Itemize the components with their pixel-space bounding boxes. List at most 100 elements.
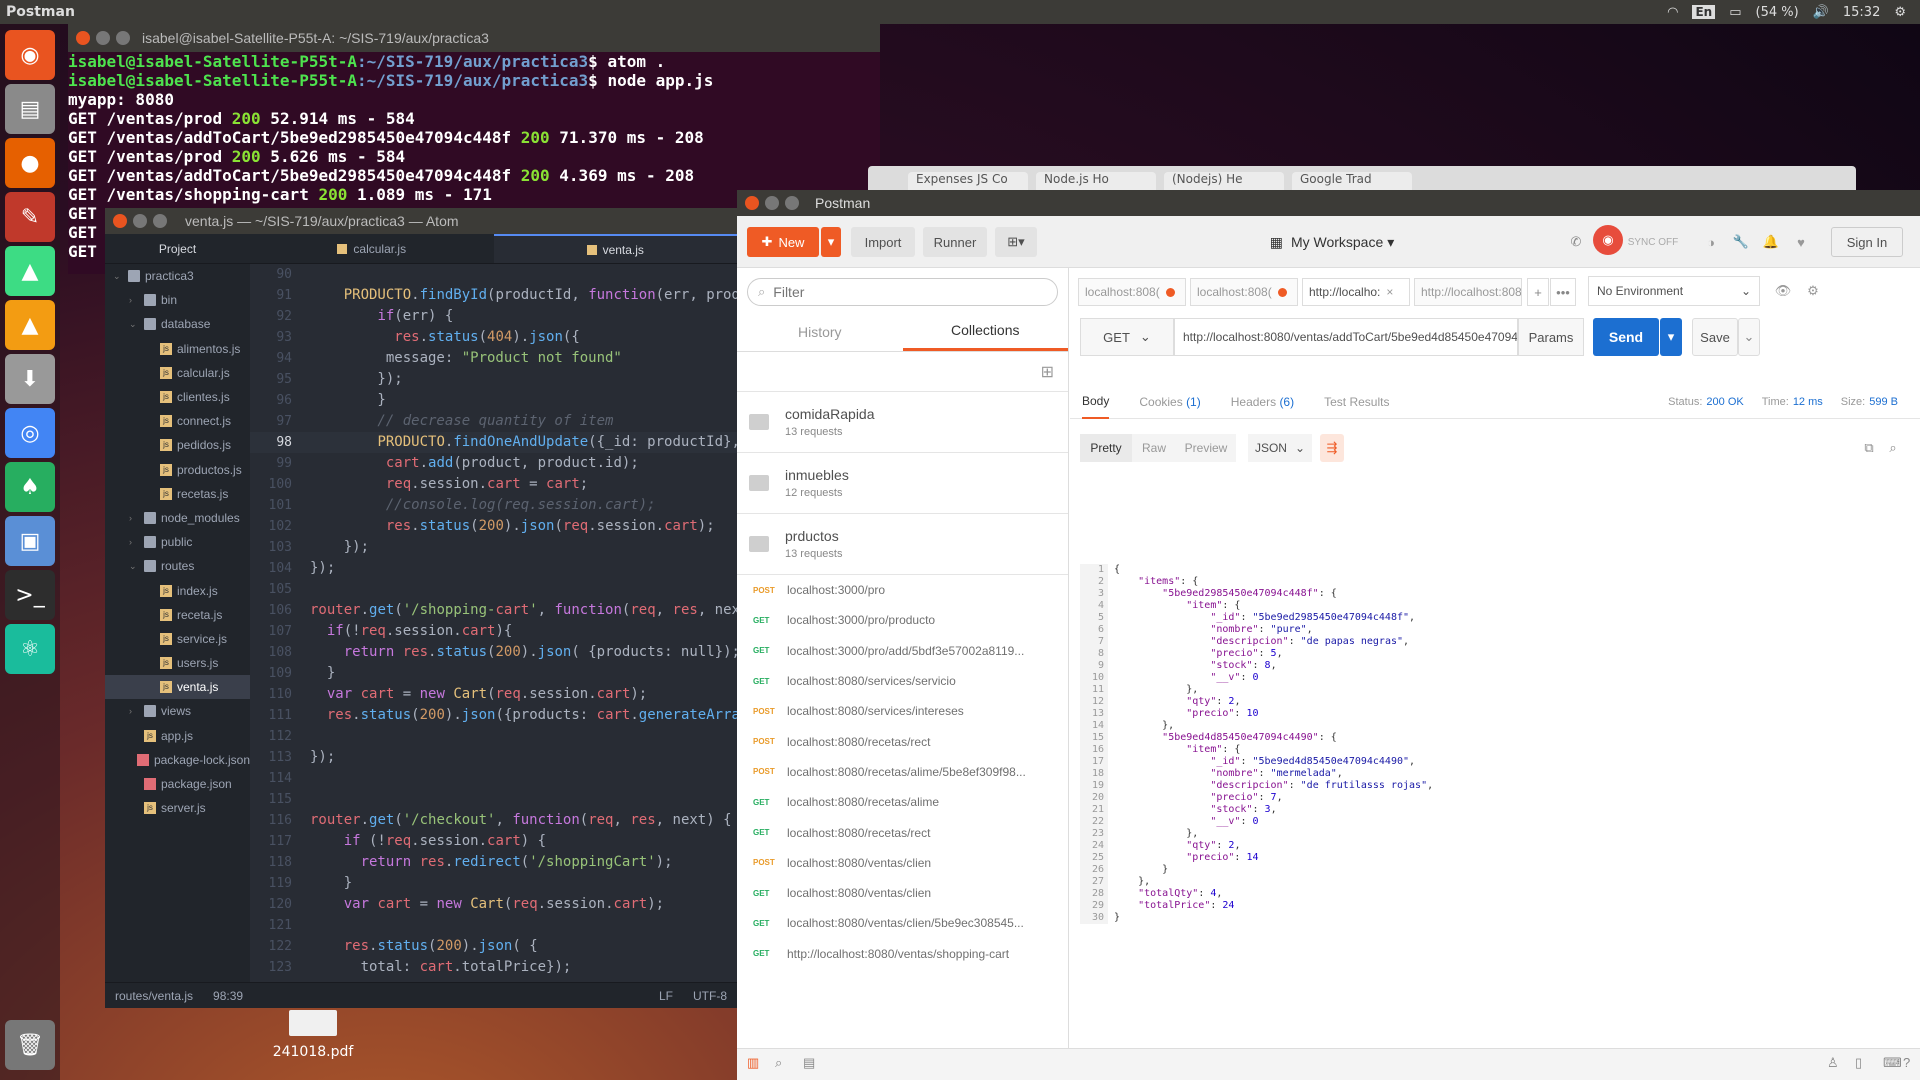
tab-cookies[interactable]: Cookies (1) bbox=[1139, 395, 1200, 409]
code-line[interactable]: 117 if (!req.session.cart) { bbox=[250, 831, 737, 852]
bell-icon[interactable]: 🔔 bbox=[1761, 227, 1781, 257]
tree-item[interactable]: js users.js bbox=[105, 651, 250, 675]
ubuntu-dash-icon[interactable]: ◉ bbox=[5, 30, 55, 80]
tab-headers[interactable]: Headers (6) bbox=[1231, 395, 1294, 409]
close-icon[interactable] bbox=[76, 31, 90, 45]
history-item[interactable]: GET localhost:8080/ventas/clien/5be9ec308… bbox=[737, 908, 1068, 938]
status-cursor-position[interactable]: 98:39 bbox=[213, 989, 243, 1003]
code-line[interactable]: 103 }); bbox=[250, 537, 737, 558]
code-line[interactable]: 97 // decrease quantity of item bbox=[250, 411, 737, 432]
collection-item[interactable]: comidaRapida 13 requests bbox=[737, 392, 1068, 453]
postman-window[interactable]: Postman ✚ New ▾ Import Runner ⊞▾ ▦ My Work… bbox=[737, 190, 1920, 1080]
history-item[interactable]: GET localhost:3000/pro/producto bbox=[737, 605, 1068, 635]
tree-item[interactable]: ⌄ routes bbox=[105, 554, 250, 578]
send-dropdown-icon[interactable]: ▾ bbox=[1660, 318, 1682, 356]
tab-body[interactable]: Body bbox=[1082, 385, 1110, 419]
firefox-icon[interactable]: ● bbox=[5, 138, 55, 188]
history-item[interactable]: GET localhost:8080/ventas/clien bbox=[737, 878, 1068, 908]
code-line[interactable]: 90 bbox=[250, 264, 737, 285]
code-line[interactable]: 98 PRODUCTO.findOneAndUpdate({_id: produ… bbox=[250, 432, 737, 453]
code-line[interactable]: 95 }); bbox=[250, 369, 737, 390]
close-icon[interactable] bbox=[113, 214, 127, 228]
environment-select[interactable]: No Environment ⌄ bbox=[1588, 276, 1760, 306]
params-button[interactable]: Params bbox=[1518, 318, 1584, 356]
tree-item[interactable]: js pedidos.js bbox=[105, 433, 250, 457]
collection-item[interactable]: prductos 13 requests bbox=[737, 514, 1068, 575]
request-tab[interactable]: http://localhost:808 bbox=[1414, 278, 1522, 306]
tree-item[interactable]: ⌄ database bbox=[105, 312, 250, 336]
code-line[interactable]: 115 bbox=[250, 789, 737, 810]
search-icon[interactable]: ⌕ bbox=[1882, 434, 1904, 462]
satellite-icon[interactable]: ✆ bbox=[1565, 227, 1587, 257]
code-line[interactable]: 112 bbox=[250, 726, 737, 747]
sync-icon[interactable]: ◉ bbox=[1593, 225, 1623, 255]
eye-icon[interactable]: 👁 bbox=[1770, 276, 1796, 306]
clock[interactable]: 15:32 bbox=[1843, 5, 1880, 20]
code-line[interactable]: 100 req.session.cart = cart; bbox=[250, 474, 737, 495]
interceptor-icon[interactable]: ◑ bbox=[1701, 227, 1721, 257]
tree-item[interactable]: package-lock.json bbox=[105, 748, 250, 772]
tree-item[interactable]: js connect.js bbox=[105, 409, 250, 433]
collection-item[interactable]: inmuebles 12 requests bbox=[737, 453, 1068, 514]
gitkraken-icon[interactable]: ♠ bbox=[5, 462, 55, 512]
history-item[interactable]: GET localhost:8080/services/servicio bbox=[737, 666, 1068, 696]
pretty-button[interactable]: Pretty bbox=[1080, 434, 1132, 462]
minimize-icon[interactable] bbox=[96, 31, 110, 45]
keyboard-icon[interactable]: ⌨ bbox=[1883, 1055, 1902, 1071]
raw-button[interactable]: Raw bbox=[1132, 434, 1176, 462]
tab-collections[interactable]: Collections bbox=[902, 312, 1068, 351]
terminal-icon[interactable]: >_ bbox=[5, 570, 55, 620]
save-dropdown-icon[interactable]: ⌄ bbox=[1738, 318, 1760, 356]
virtualbox-icon[interactable]: ▣ bbox=[5, 516, 55, 566]
android-studio-icon[interactable]: ▲ bbox=[5, 246, 55, 296]
code-line[interactable]: 105 bbox=[250, 579, 737, 600]
wrench-icon[interactable]: 🔧 bbox=[1731, 227, 1751, 257]
tree-item[interactable]: js service.js bbox=[105, 627, 250, 651]
history-item[interactable]: POST localhost:8080/recetas/alime/5be8ef3… bbox=[737, 757, 1068, 787]
tree-item[interactable]: js receta.js bbox=[105, 603, 250, 627]
chrome-tab[interactable]: Node.js Ho bbox=[1036, 172, 1156, 190]
code-line[interactable]: 118 return res.redirect('/shoppingCart')… bbox=[250, 852, 737, 873]
code-line[interactable]: 101 //console.log(req.session.cart); bbox=[250, 495, 737, 516]
method-select[interactable]: GET ⌄ bbox=[1080, 318, 1174, 356]
tree-item[interactable]: js venta.js bbox=[105, 675, 250, 700]
heart-icon[interactable]: ♥ bbox=[1791, 227, 1811, 257]
code-line[interactable]: 110 var cart = new Cart(req.session.cart… bbox=[250, 684, 737, 705]
response-body[interactable]: 1{2 "items": {3 "5be9ed2985450e47094c448… bbox=[1080, 564, 1897, 924]
history-item[interactable]: GET localhost:8080/recetas/rect bbox=[737, 817, 1068, 847]
code-line[interactable]: 104}); bbox=[250, 558, 737, 579]
code-line[interactable]: 99 cart.add(product, product.id); bbox=[250, 453, 737, 474]
code-line[interactable]: 109 } bbox=[250, 663, 737, 684]
postman-titlebar[interactable]: Postman bbox=[737, 190, 1920, 216]
tree-item[interactable]: js clientes.js bbox=[105, 385, 250, 409]
tab-venta[interactable]: venta.js bbox=[493, 234, 737, 263]
installer-icon[interactable]: ⬇ bbox=[5, 354, 55, 404]
code-line[interactable]: 123 total: cart.totalPrice}); bbox=[250, 957, 737, 978]
format-select[interactable]: JSON ⌄ bbox=[1248, 434, 1312, 462]
sidebar-toggle-icon[interactable]: ▥ bbox=[747, 1055, 759, 1071]
filter-input[interactable] bbox=[773, 284, 1034, 300]
volume-icon[interactable]: 🔊 bbox=[1813, 5, 1829, 20]
close-icon[interactable] bbox=[745, 196, 759, 210]
history-item[interactable]: POST localhost:8080/ventas/clien bbox=[737, 848, 1068, 878]
status-file-path[interactable]: routes/venta.js bbox=[115, 989, 193, 1003]
tree-item[interactable]: ⌄ practica3 bbox=[105, 264, 250, 288]
import-button[interactable]: Import bbox=[851, 227, 915, 257]
code-line[interactable]: 122 res.status(200).json( { bbox=[250, 936, 737, 957]
maximize-icon[interactable] bbox=[785, 196, 799, 210]
history-item[interactable]: GET localhost:3000/pro/add/5bdf3e57002a81… bbox=[737, 636, 1068, 666]
two-pane-icon[interactable]: ▯ bbox=[1855, 1055, 1862, 1071]
help-icon[interactable]: ? bbox=[1903, 1055, 1910, 1070]
copy-icon[interactable]: ⧉ bbox=[1858, 434, 1880, 462]
workspace-selector[interactable]: ▦ My Workspace ▾ bbox=[1257, 227, 1407, 257]
tree-item[interactable]: › bin bbox=[105, 288, 250, 312]
code-line[interactable]: 94 message: "Product not found" bbox=[250, 348, 737, 369]
request-tab[interactable]: localhost:808( bbox=[1078, 278, 1186, 306]
battery-icon[interactable]: ▭ bbox=[1729, 5, 1741, 20]
tree-item[interactable]: js server.js bbox=[105, 796, 250, 820]
tab-calcular[interactable]: calcular.js bbox=[250, 234, 494, 263]
code-line[interactable]: 102 res.status(200).json(req.session.car… bbox=[250, 516, 737, 537]
maximize-icon[interactable] bbox=[116, 31, 130, 45]
tab-test-results[interactable]: Test Results bbox=[1324, 395, 1389, 409]
tree-item[interactable]: package.json bbox=[105, 772, 250, 796]
